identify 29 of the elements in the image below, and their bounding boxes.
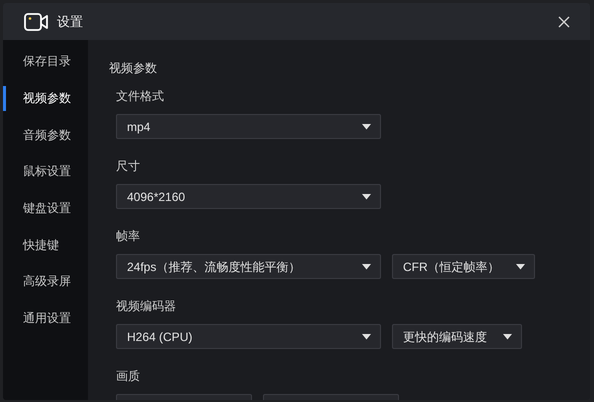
section-title: 视频参数 [109, 60, 157, 77]
field-label: 尺寸 [116, 158, 140, 175]
window-title: 设置 [57, 12, 83, 31]
caret-icon [362, 194, 371, 200]
dropdown[interactable]: mp4 [116, 114, 381, 139]
field-label: 文件格式 [116, 88, 164, 105]
close-icon[interactable] [558, 16, 570, 28]
sidebar-item[interactable]: 快捷键 [23, 236, 59, 254]
sidebar-item[interactable]: 音频参数 [23, 126, 71, 144]
sidebar-item[interactable]: 鼠标设置 [23, 162, 71, 180]
dropdown[interactable]: CFR（恒定帧率） [392, 254, 535, 279]
caret-icon [362, 264, 371, 270]
dropdown[interactable]: 更快的编码速度 [392, 324, 522, 349]
field-label: 视频编码器 [116, 298, 176, 315]
dropdown[interactable]: 4096*2160 [116, 184, 381, 209]
caret-icon [362, 334, 371, 340]
sidebar-item[interactable]: 保存目录 [23, 52, 71, 70]
caret-icon [516, 264, 525, 270]
video-camera-icon [24, 12, 48, 30]
dropdown[interactable]: H264 (CPU) [116, 324, 381, 349]
dropdown[interactable]: 24fps（推荐、流畅度性能平衡） [116, 254, 381, 279]
caret-icon [503, 334, 512, 340]
sidebar-item[interactable]: 键盘设置 [23, 199, 71, 218]
field-label: 画质 [116, 368, 140, 385]
caret-icon [362, 124, 371, 130]
sidebar-item[interactable]: 高级录屏 [23, 272, 71, 290]
sidebar-item[interactable]: 通用设置 [23, 309, 71, 328]
sidebar-item[interactable]: 视频参数 [23, 89, 71, 108]
field-label: 帧率 [116, 228, 140, 245]
